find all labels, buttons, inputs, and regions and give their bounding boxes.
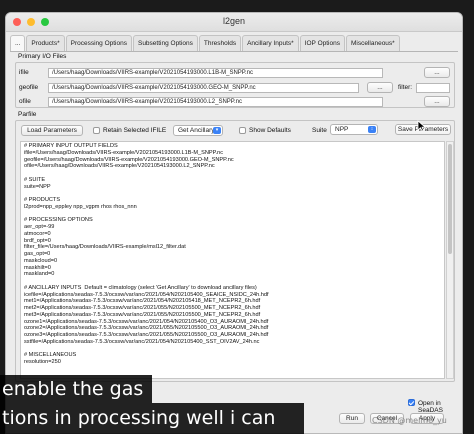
suite-select[interactable]: NPP ↕ bbox=[330, 124, 378, 135]
ancillary-select-value: Get Ancillary bbox=[178, 127, 215, 134]
geofile-browse-button[interactable]: ... bbox=[367, 82, 393, 93]
geofile-filter-label: filter: bbox=[398, 84, 413, 91]
tab-bar: ... Products* Processing Options Subsett… bbox=[10, 35, 458, 52]
suite-label: Suite bbox=[312, 127, 327, 134]
chevron-down-icon: ▾ bbox=[213, 127, 221, 134]
tab-processing-options[interactable]: Processing Options bbox=[65, 35, 132, 51]
ifile-browse-button[interactable]: ... bbox=[424, 67, 450, 78]
retain-ifile-checkbox[interactable] bbox=[93, 127, 100, 134]
tab-subsetting-options[interactable]: Subsetting Options bbox=[132, 35, 198, 51]
suite-select-value: NPP bbox=[335, 126, 349, 133]
ofile-label: ofile bbox=[19, 98, 31, 105]
window-title: l2gen bbox=[222, 16, 246, 26]
tab-thresholds[interactable]: Thresholds bbox=[198, 35, 242, 51]
tab-main[interactable]: ... bbox=[10, 35, 26, 51]
ifile-field[interactable]: /Users/haag/Downloads/VIIRS-example/V202… bbox=[48, 68, 383, 78]
tab-ancillary-inputs[interactable]: Ancillary Inputs* bbox=[242, 35, 299, 51]
retain-ifile-label: Retain Selected IFILE bbox=[103, 127, 167, 134]
ancillary-select[interactable]: Get Ancillary ▾ bbox=[173, 125, 223, 136]
mouse-cursor-icon bbox=[417, 120, 427, 132]
primary-io-group-label: Primary I/O Files bbox=[18, 53, 67, 60]
open-in-seadas-checkbox[interactable] bbox=[408, 399, 415, 406]
parfile-editor[interactable]: # PRIMARY INPUT OUTPUT FIELDS ifile=/Use… bbox=[20, 141, 445, 379]
parfile-scroll-thumb[interactable] bbox=[448, 144, 452, 254]
title-bar: l2gen bbox=[6, 13, 462, 32]
load-parameters-button[interactable]: Load Parameters bbox=[21, 125, 83, 136]
ifile-label: ifile bbox=[19, 69, 29, 76]
geofile-field[interactable]: /Users/haag/Downloads/VIIRS-example/V202… bbox=[48, 83, 359, 93]
tab-products[interactable]: Products* bbox=[26, 35, 65, 51]
subtitle-line-2: tions in processing well i can bbox=[0, 403, 304, 434]
ofile-browse-button[interactable]: ... bbox=[424, 96, 450, 107]
open-in-seadas-label: Open in SeaDAS bbox=[418, 400, 443, 414]
run-button[interactable]: Run bbox=[339, 413, 365, 424]
chevron-updown-icon: ↕ bbox=[368, 126, 376, 133]
watermark: CSDN @meime_yu bbox=[372, 416, 447, 425]
geofile-filter-field[interactable] bbox=[416, 83, 450, 93]
show-defaults-checkbox[interactable] bbox=[239, 127, 246, 134]
parfile-scrollbar[interactable] bbox=[446, 141, 454, 379]
tab-miscellaneous[interactable]: Miscellaneous* bbox=[345, 35, 400, 51]
geofile-label: geofile bbox=[19, 84, 39, 91]
subtitle-line-1: enable the gas bbox=[0, 375, 152, 403]
tab-iop-options[interactable]: IOP Options bbox=[299, 35, 345, 51]
ofile-field[interactable]: /Users/haag/Downloads/VIIRS-example/V202… bbox=[48, 97, 383, 107]
parfile-group-label: Parfile bbox=[18, 111, 37, 118]
show-defaults-label: Show Defaults bbox=[249, 127, 291, 134]
